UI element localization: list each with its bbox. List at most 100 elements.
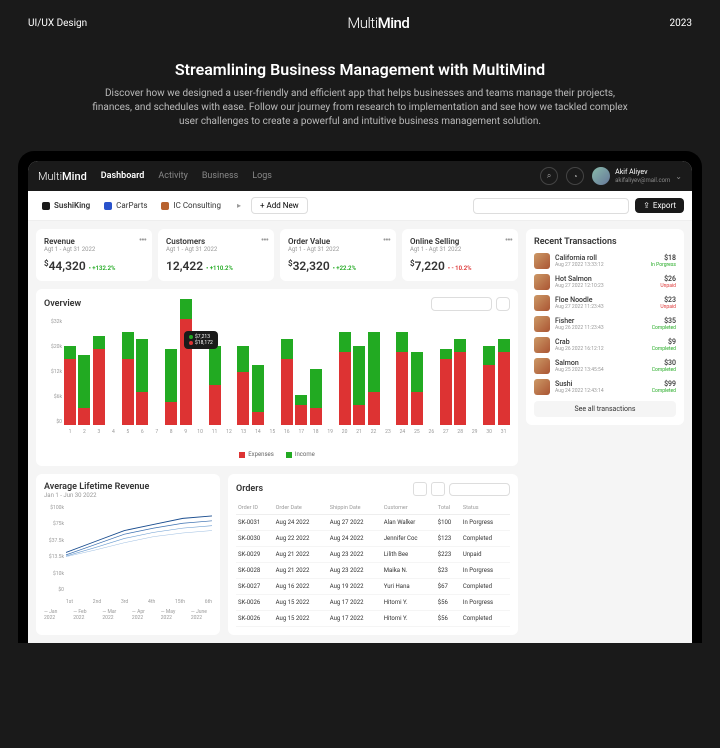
bar-14[interactable]: 14: [252, 365, 264, 425]
chevron-down-icon: ⌄: [616, 202, 622, 210]
hero-title: Streamlining Business Management with Mu…: [88, 60, 632, 79]
chevron-down-icon: ⌄: [675, 172, 682, 181]
calendar-icon: 🗓: [480, 202, 489, 210]
calendar-icon: 🗓: [437, 301, 445, 308]
app-header: MultiMind DashboardActivityBusinessLogs …: [28, 161, 692, 191]
bar-16[interactable]: 16: [281, 339, 293, 425]
bar-18[interactable]: 18: [310, 369, 322, 425]
tab-carparts[interactable]: CarParts: [98, 198, 153, 213]
bell-icon[interactable]: ◔: [566, 167, 584, 185]
transaction-thumb: [534, 337, 550, 353]
add-new-button[interactable]: + Add New: [251, 197, 308, 214]
transaction-row[interactable]: SushiAug 24 2022 12:43:14$99Completed: [534, 379, 676, 395]
bar-1[interactable]: 1: [64, 346, 76, 426]
chart-tooltip: $7,213 $18,172: [184, 331, 218, 349]
order-row[interactable]: SK-0027Aug 16 2022Aug 19 2022Yuri Hana$6…: [236, 579, 510, 595]
gear-icon[interactable]: ⚙: [496, 297, 510, 311]
transactions-title: Recent Transactions: [534, 237, 676, 247]
bar-13[interactable]: 13: [237, 346, 249, 426]
transaction-thumb: [534, 316, 550, 332]
bar-22[interactable]: 22: [368, 332, 380, 425]
bar-21[interactable]: 21: [353, 346, 365, 426]
hero-body: Discover how we designed a user-friendly…: [88, 87, 632, 129]
overview-legend: Expenses Income: [44, 451, 510, 458]
bar-17[interactable]: 17: [295, 395, 307, 425]
order-row[interactable]: SK-0028Aug 21 2022Aug 23 2022Maika N.$23…: [236, 563, 510, 579]
nav-activity[interactable]: Activity: [158, 171, 187, 181]
export-button[interactable]: ⇪ Export: [635, 198, 684, 213]
page-topbar: UI/UX Design MultiMind 2023: [28, 14, 692, 32]
bar-9[interactable]: 9: [180, 299, 192, 425]
tab-ic-consulting[interactable]: IC Consulting: [155, 198, 227, 213]
chevron-down-icon: ⌄: [481, 301, 486, 308]
device-frame: MultiMind DashboardActivityBusinessLogs …: [18, 151, 702, 643]
bar-11[interactable]: 11: [209, 346, 221, 426]
lifetime-sub: Jan 1 - Jun 30 2022: [44, 492, 212, 499]
transaction-thumb: [534, 295, 550, 311]
orders-period-button[interactable]: 🗓 This month ⌄: [449, 483, 510, 496]
user-menu[interactable]: Akif Aliyev akifaliyev@mail.com ⌄: [592, 167, 682, 185]
overview-chart: $32k$20k$12k$6k$0 1234567891011121314151…: [44, 319, 510, 437]
nav-business[interactable]: Business: [202, 171, 238, 181]
tabs-next-icon[interactable]: ▸: [233, 199, 245, 212]
nav-dashboard[interactable]: Dashboard: [101, 171, 145, 181]
search-icon[interactable]: ⌕: [540, 167, 558, 185]
order-row[interactable]: SK-0031Aug 24 2022Aug 27 2022Alan Walker…: [236, 515, 510, 531]
bar-6[interactable]: 6: [136, 339, 148, 425]
bar-25[interactable]: 25: [411, 352, 423, 425]
brand-logo: MultiMind: [347, 14, 409, 32]
lifetime-title: Average Lifetime Revenue: [44, 482, 212, 492]
more-icon[interactable]: •••: [383, 235, 390, 246]
nav-logs[interactable]: Logs: [252, 171, 272, 181]
more-icon[interactable]: •••: [261, 235, 268, 246]
upload-icon: ⇪: [643, 201, 650, 210]
see-all-transactions-button[interactable]: See all transactions: [534, 401, 676, 417]
transaction-row[interactable]: California rollAug 27 2022 13:33:12$18In…: [534, 253, 676, 269]
order-row[interactable]: SK-0026Aug 15 2022Aug 17 2022Hitomi Y.$5…: [236, 595, 510, 611]
more-icon[interactable]: •••: [505, 235, 512, 246]
transaction-thumb: [534, 253, 550, 269]
transaction-row[interactable]: Floe NoodleAug 27 2022 11:23:43$23Unpaid: [534, 295, 676, 311]
bar-20[interactable]: 20: [339, 332, 351, 425]
main-nav: Dashboard Activity Business Logs: [101, 171, 526, 181]
stat-customers: •••CustomersAgt 1 - Agt 31 202212,422 • …: [158, 229, 274, 281]
app-logo: MultiMind: [38, 170, 87, 183]
bar-2[interactable]: 2: [78, 355, 90, 425]
bar-28[interactable]: 28: [454, 339, 466, 425]
avatar: [592, 167, 610, 185]
more-icon[interactable]: •••: [139, 235, 146, 246]
date-range-button[interactable]: 🗓 Last 6 months: Jul 1 2023 - Dec 1 2023…: [473, 198, 629, 214]
calendar-icon: 🗓: [455, 486, 463, 493]
topbar-year: 2023: [670, 18, 692, 29]
transaction-row[interactable]: SalmonAug 25 2022 13:45:54$30Completed: [534, 358, 676, 374]
transaction-thumb: [534, 274, 550, 290]
sort-icon[interactable]: ⇅: [431, 482, 445, 496]
stat-revenue: •••RevenueAgt 1 - Agt 31 2022$44,320 • +…: [36, 229, 152, 281]
filter-icon[interactable]: ⚲: [413, 482, 427, 496]
transaction-row[interactable]: CrabAug 26 2022 16:12:12$9Completed: [534, 337, 676, 353]
transaction-row[interactable]: FisherAug 26 2022 11:23:43$35Completed: [534, 316, 676, 332]
overview-title: Overview: [44, 299, 81, 309]
overview-period-button[interactable]: 🗓 This month ⌄: [431, 297, 492, 311]
topbar-left: UI/UX Design: [28, 18, 87, 29]
tab-sushiking[interactable]: SushiKing: [36, 198, 96, 213]
overview-card: Overview 🗓 This month ⌄ ⚙: [36, 289, 518, 466]
hero: Streamlining Business Management with Mu…: [28, 60, 692, 129]
orders-title: Orders: [236, 484, 409, 494]
bar-24[interactable]: 24: [396, 332, 408, 425]
lifetime-card: Average Lifetime Revenue Jan 1 - Jun 30 …: [36, 474, 220, 635]
bar-3[interactable]: 3: [93, 336, 105, 425]
order-row[interactable]: SK-0030Aug 22 2022Aug 24 2022Jennifer Co…: [236, 531, 510, 547]
bar-5[interactable]: 5: [122, 332, 134, 425]
orders-table: Order IDOrder DateShippin DateCustomerTo…: [236, 502, 510, 627]
transactions-card: Recent Transactions California rollAug 2…: [526, 229, 684, 425]
bar-27[interactable]: 27: [440, 349, 452, 425]
bar-30[interactable]: 30: [483, 346, 495, 426]
bar-31[interactable]: 31: [498, 339, 510, 425]
transaction-row[interactable]: Hot SalmonAug 27 2022 12:10:23$26Unpaid: [534, 274, 676, 290]
order-row[interactable]: SK-0026Aug 15 2022Aug 17 2022Hitomi Y.$5…: [236, 611, 510, 627]
lifetime-chart: [66, 505, 212, 559]
order-row[interactable]: SK-0029Aug 21 2022Aug 23 2022Lilith Bee$…: [236, 547, 510, 563]
chevron-down-icon: ⌄: [499, 486, 504, 493]
bar-8[interactable]: 8: [165, 349, 177, 425]
